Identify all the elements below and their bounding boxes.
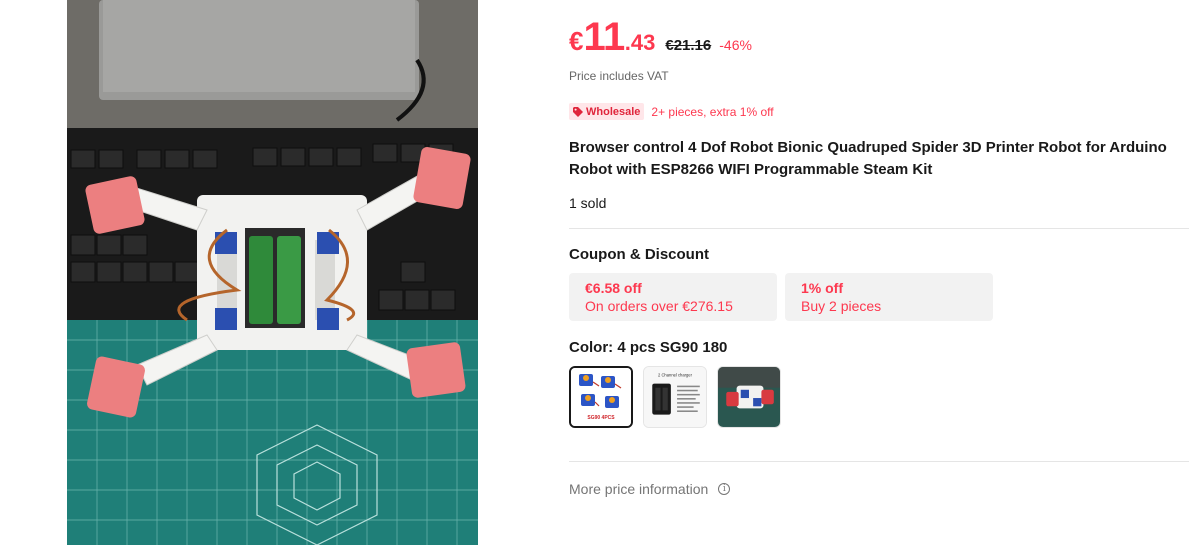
coupon-card[interactable]: 1% off Buy 2 pieces — [785, 273, 993, 321]
robot-photo — [67, 0, 478, 545]
color-label: Color: 4 pcs SG90 180 — [569, 339, 728, 356]
swatch-caption: SG90 4PCS — [587, 415, 615, 421]
color-option-charger[interactable]: 2 Channel charger — [643, 366, 707, 428]
charger-thumbnail: 2 Channel charger — [644, 367, 706, 427]
coupon-card[interactable]: €6.58 off On orders over €276.15 — [569, 273, 777, 321]
price-integer: 11 — [583, 15, 625, 59]
wholesale-badge: Wholesale — [569, 103, 645, 120]
price-currency: € — [569, 26, 584, 56]
more-price-info[interactable]: More price information i — [569, 481, 731, 497]
tag-icon — [573, 106, 583, 117]
swatch-caption: 2 Channel charger — [658, 372, 693, 377]
wholesale-row: Wholesale 2+ pieces, extra 1% off — [569, 103, 774, 120]
product-main-image[interactable] — [67, 0, 478, 545]
divider — [569, 461, 1189, 462]
price-row: € 11 .43 €21.16 -46% — [569, 14, 752, 60]
coupon-amount: €6.58 off — [585, 280, 642, 296]
wholesale-text: 2+ pieces, extra 1% off — [651, 104, 774, 119]
servo-pack-thumbnail: SG90 4PCS — [571, 368, 631, 426]
robot-thumbnail — [718, 367, 780, 427]
coupon-condition: On orders over €276.15 — [585, 298, 733, 314]
coupon-amount: 1% off — [801, 280, 843, 296]
info-icon[interactable]: i — [718, 483, 731, 495]
product-info-panel: € 11 .43 €21.16 -46% Price includes VAT … — [569, 0, 1189, 545]
price-decimal: .43 — [624, 30, 656, 55]
coupon-section-title: Coupon & Discount — [569, 246, 709, 263]
original-price: €21.16 — [665, 37, 712, 54]
sold-count: 1 sold — [569, 195, 607, 211]
color-option-sg90[interactable]: SG90 4PCS — [569, 366, 633, 428]
color-options: SG90 4PCS 2 Channel charger — [569, 366, 791, 428]
more-price-label: More price information — [569, 481, 709, 497]
color-option-robot-photo[interactable] — [717, 366, 781, 428]
discount-percent: -46% — [719, 37, 752, 53]
wholesale-badge-label: Wholesale — [586, 105, 641, 118]
product-title: Browser control 4 Dof Robot Bionic Quadr… — [569, 139, 1167, 178]
vat-note: Price includes VAT — [569, 69, 669, 83]
coupon-condition: Buy 2 pieces — [801, 298, 882, 314]
divider — [569, 228, 1189, 229]
